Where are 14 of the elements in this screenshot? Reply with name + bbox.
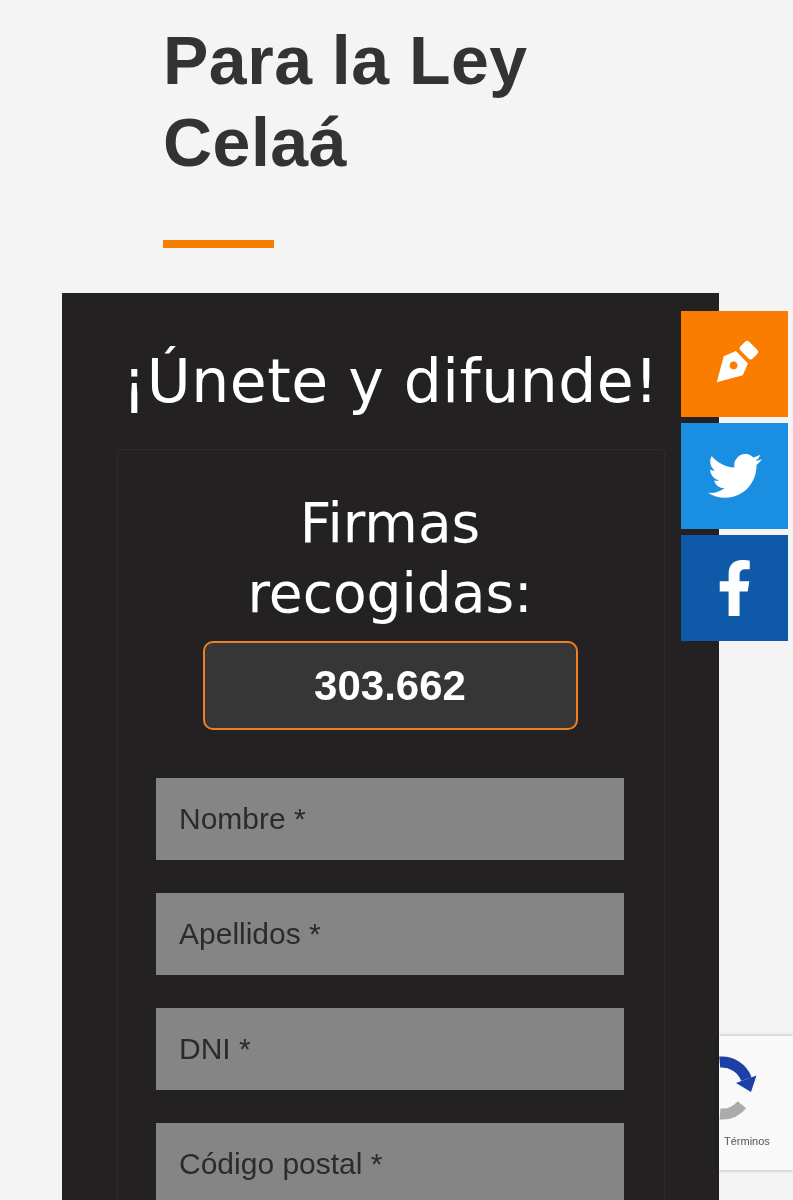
input-field[interactable]: Apellidos * bbox=[156, 893, 624, 975]
input-field[interactable]: DNI * bbox=[156, 1008, 624, 1090]
bird-icon bbox=[707, 454, 762, 498]
page-title: Para la Ley Celaá bbox=[163, 21, 529, 182]
panel-heading: ¡Únete y difunde! bbox=[122, 345, 659, 417]
input-field[interactable]: Nombre * bbox=[156, 778, 624, 860]
counter-label: Firmas recogidas: bbox=[246, 490, 534, 627]
share-button[interactable] bbox=[681, 535, 788, 641]
f-logo-icon bbox=[719, 560, 750, 616]
terms-link[interactable]: Términos bbox=[724, 1134, 770, 1148]
sign-button[interactable] bbox=[681, 311, 788, 417]
share-button[interactable] bbox=[681, 423, 788, 529]
signature-counter: 303.662 bbox=[202, 641, 578, 730]
input-field[interactable]: Código postal * bbox=[156, 1123, 624, 1200]
